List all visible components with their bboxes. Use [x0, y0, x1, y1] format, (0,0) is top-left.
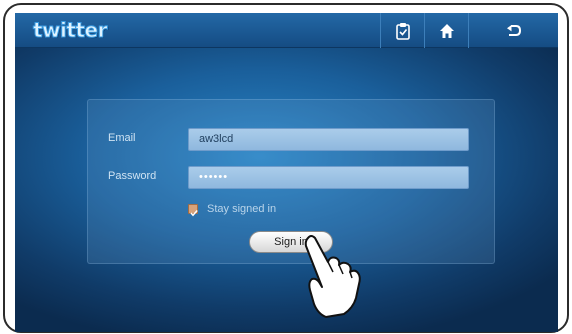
stay-signed-in-checkbox[interactable] — [188, 204, 198, 217]
check-icon — [190, 210, 198, 217]
clipboard-icon — [395, 22, 411, 40]
password-field[interactable]: •••••• — [188, 166, 469, 189]
twitter-logo: twitter — [33, 18, 108, 43]
app-screen: twitter Email aw3lcd Password •••••• Sta… — [15, 13, 558, 332]
back-button[interactable] — [468, 13, 558, 48]
home-icon — [439, 23, 455, 39]
stay-signed-in-label: Stay signed in — [207, 203, 277, 215]
top-bar: twitter — [15, 13, 558, 48]
clipboard-button[interactable] — [380, 13, 424, 48]
back-icon — [506, 24, 522, 38]
password-label: Password — [108, 170, 157, 182]
home-button[interactable] — [424, 13, 468, 48]
email-label: Email — [108, 132, 136, 144]
pointing-hand-icon — [298, 234, 368, 324]
email-field[interactable]: aw3lcd — [188, 128, 469, 151]
